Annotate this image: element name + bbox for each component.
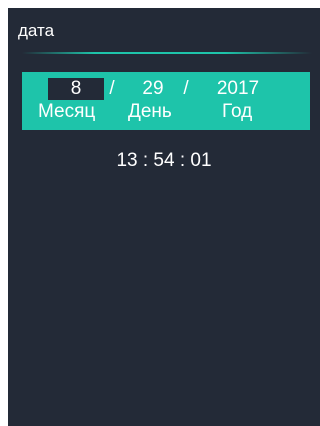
title-divider (22, 52, 312, 54)
month-field[interactable]: 8 (48, 78, 104, 100)
year-label: Год (222, 101, 253, 122)
date-separator-2: / (183, 78, 189, 99)
day-label: День (128, 101, 172, 122)
year-field[interactable]: 2017 (208, 78, 268, 100)
time-display: 13 : 54 : 01 (116, 150, 212, 171)
month-label: Месяц (38, 101, 96, 122)
date-separator-1: / (109, 78, 115, 99)
date-panel: 8 / 29 / 2017 Месяц День Год (22, 72, 310, 130)
day-field[interactable]: 29 (138, 78, 168, 100)
page-title: дата (18, 21, 55, 40)
date-settings-screen: дата 8 / 29 / 2017 Месяц День Год 13 : 5… (8, 8, 320, 426)
